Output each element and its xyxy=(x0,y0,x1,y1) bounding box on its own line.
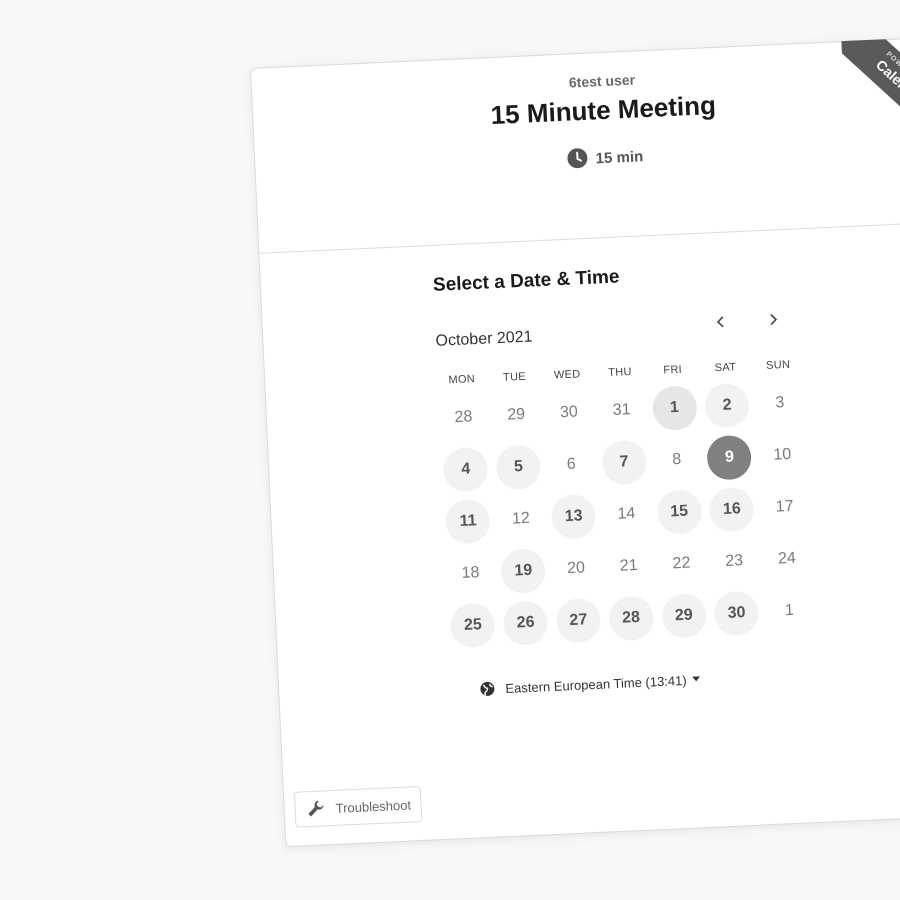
timezone-selector[interactable]: Eastern European Time (13:41) xyxy=(479,671,701,697)
calendar-day-available[interactable]: 7 xyxy=(597,435,652,489)
day-number: 15 xyxy=(656,489,703,535)
day-number: 30 xyxy=(713,590,760,637)
day-number: 16 xyxy=(708,486,755,533)
month-label: October 2021 xyxy=(435,328,533,350)
day-number: 10 xyxy=(772,445,792,464)
calendar-day-available[interactable]: 16 xyxy=(704,482,759,536)
calendar-day: 23 xyxy=(707,534,762,588)
calendar-day-selected[interactable]: 9 xyxy=(702,430,757,484)
troubleshoot-button[interactable]: Troubleshoot xyxy=(293,785,423,828)
day-number: 4 xyxy=(442,446,489,493)
prev-month-button[interactable] xyxy=(702,303,740,341)
troubleshoot-label: Troubleshoot xyxy=(335,796,412,816)
calendar-day: 24 xyxy=(759,532,814,586)
event-duration: 15 min xyxy=(255,131,900,183)
day-number: 27 xyxy=(555,597,602,644)
day-number: 28 xyxy=(454,408,473,427)
calendar-day: 22 xyxy=(654,537,709,591)
day-number: 24 xyxy=(777,549,797,568)
calendar-day: 20 xyxy=(548,542,603,596)
calendar-day: 6 xyxy=(544,438,599,492)
day-number: 26 xyxy=(502,600,549,647)
calendar-day-available[interactable]: 15 xyxy=(652,485,707,539)
globe-icon xyxy=(480,681,495,696)
day-number: 29 xyxy=(660,592,707,639)
day-number: 12 xyxy=(511,509,531,528)
calendar-day: 12 xyxy=(493,492,548,546)
day-number: 19 xyxy=(500,548,547,595)
day-number: 11 xyxy=(445,498,492,545)
calendar-day-available[interactable]: 29 xyxy=(656,589,711,643)
day-number: 6 xyxy=(566,455,577,474)
calendar-day-available[interactable]: 13 xyxy=(546,490,601,544)
day-number: 1 xyxy=(651,385,698,432)
weekday-label: SAT xyxy=(714,361,737,375)
calendar-day: 3 xyxy=(752,376,807,430)
calendar-day-available[interactable]: 11 xyxy=(441,494,496,548)
calendar-day-other-month: 31 xyxy=(594,383,649,437)
day-number: 29 xyxy=(506,405,526,424)
calendar-day-other-month: 1 xyxy=(762,584,817,638)
calendar-day-available[interactable]: 5 xyxy=(491,440,546,494)
calendar-day: 18 xyxy=(443,546,498,600)
caret-down-icon xyxy=(692,676,701,682)
calendar-day-other-month: 28 xyxy=(436,391,491,445)
weekday-label: SUN xyxy=(765,358,791,372)
calendar-day-available[interactable]: 28 xyxy=(604,591,659,645)
weekday-label: WED xyxy=(553,368,581,382)
day-number: 2 xyxy=(704,382,751,429)
weekday-label: FRI xyxy=(663,363,683,377)
calendar-day: 14 xyxy=(599,487,654,541)
event-header: 6test user 15 Minute Meeting 15 min xyxy=(251,37,900,254)
next-month-button[interactable] xyxy=(754,301,792,339)
day-number: 20 xyxy=(566,559,586,578)
weekday-label: TUE xyxy=(502,370,527,384)
section-title: Select a Date & Time xyxy=(432,266,620,296)
chevron-left-icon xyxy=(716,316,724,328)
calendar-day: 8 xyxy=(649,433,704,487)
day-number: 31 xyxy=(612,401,631,419)
day-number: 3 xyxy=(775,394,785,412)
weekday-label: MON xyxy=(448,373,476,387)
calendar-day-available[interactable]: 4 xyxy=(438,442,493,496)
calendar-days-grid: 28 29 30 31 1 2 3 4 5 6 7 8 9 10 11 12 13 14 15 16 17 18 19 20 2… xyxy=(436,376,817,653)
calendar-day-available[interactable]: 26 xyxy=(498,596,553,650)
calendar-day-available[interactable]: 2 xyxy=(700,379,755,433)
day-number: 8 xyxy=(671,450,682,469)
day-number: 23 xyxy=(724,552,744,570)
calendar-day-available[interactable]: 25 xyxy=(445,598,500,652)
calendar-day-other-month: 29 xyxy=(489,388,544,442)
day-number: 18 xyxy=(461,564,480,582)
calendar-day: 10 xyxy=(755,428,810,482)
booking-card: POWERED BY Calendly 6test user 15 Minute… xyxy=(250,36,900,848)
day-number: 21 xyxy=(619,556,639,575)
day-number: 13 xyxy=(550,493,597,540)
calendar-day-available[interactable]: 1 xyxy=(647,381,702,435)
day-number: 5 xyxy=(495,444,542,491)
calendar-day-other-month: 30 xyxy=(541,386,596,440)
day-number: 17 xyxy=(775,497,794,516)
weekday-label: THU xyxy=(607,366,633,380)
day-number: 25 xyxy=(449,602,496,649)
calendar-day-available[interactable]: 30 xyxy=(709,586,764,640)
page: POWERED BY Calendly 6test user 15 Minute… xyxy=(0,0,900,900)
calendar-day: 17 xyxy=(757,480,812,534)
day-number: 9 xyxy=(706,434,753,481)
calendar-day-available[interactable]: 27 xyxy=(551,594,606,648)
calendar-day: 21 xyxy=(601,539,656,593)
day-number: 14 xyxy=(617,504,636,523)
day-number: 1 xyxy=(784,601,795,620)
day-number: 28 xyxy=(608,595,655,642)
clock-icon xyxy=(567,148,588,169)
calendar-day-available[interactable]: 19 xyxy=(496,544,551,598)
day-number: 30 xyxy=(559,403,579,422)
timezone-label: Eastern European Time (13:41) xyxy=(505,672,687,696)
day-number: 22 xyxy=(672,554,691,573)
wrench-icon xyxy=(308,800,324,817)
day-number: 7 xyxy=(601,439,648,486)
chevron-right-icon xyxy=(770,314,778,326)
duration-label: 15 min xyxy=(595,148,644,168)
